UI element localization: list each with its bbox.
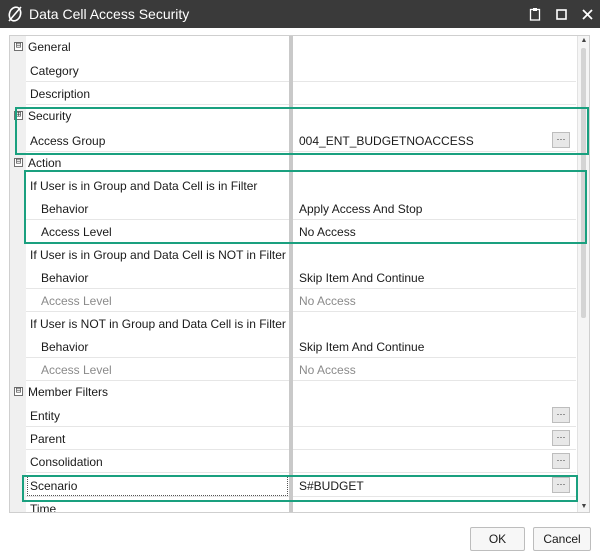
property-value: [293, 312, 576, 335]
property-name: Entity: [26, 404, 289, 427]
restore-icon[interactable]: [554, 7, 568, 21]
property-name: Access Level: [26, 289, 289, 312]
property-value: No Access: [293, 289, 576, 312]
property-row-behavior-3[interactable]: Behavior Skip Item And Continue: [10, 335, 576, 358]
scroll-down-icon[interactable]: ▼: [578, 502, 589, 512]
property-name: Category: [26, 59, 289, 82]
property-name: Behavior: [26, 335, 289, 358]
property-group-3[interactable]: If User is NOT in Group and Data Cell is…: [10, 312, 576, 335]
highlight-box-scenario: [22, 475, 578, 502]
property-name: Access Level: [26, 358, 289, 381]
property-group-2[interactable]: If User is in Group and Data Cell is NOT…: [10, 243, 576, 266]
property-grid: ⊟ General Category Description ⊞ Securit…: [9, 35, 590, 513]
property-name: Consolidation: [26, 450, 289, 473]
ellipsis-button[interactable]: ···: [552, 453, 570, 469]
title-bar: Data Cell Access Security: [0, 0, 600, 28]
property-row-access-level-2[interactable]: Access Level No Access: [10, 289, 576, 312]
ok-button[interactable]: OK: [470, 527, 525, 551]
app-logo-icon: [4, 3, 26, 25]
category-general: ⊟ General: [10, 36, 576, 59]
property-value: [293, 243, 576, 266]
ellipsis-button[interactable]: ···: [552, 430, 570, 446]
cancel-button[interactable]: Cancel: [533, 527, 591, 551]
property-name: Behavior: [26, 266, 289, 289]
category-label: General: [28, 40, 71, 54]
property-group-label: If User is in Group and Data Cell is NOT…: [30, 248, 286, 262]
property-name: Parent: [26, 427, 289, 450]
property-row-access-level-3[interactable]: Access Level No Access: [10, 358, 576, 381]
close-icon[interactable]: [580, 7, 594, 21]
property-value[interactable]: [293, 450, 576, 473]
property-row-parent[interactable]: Parent ···: [10, 427, 576, 450]
property-value[interactable]: [293, 427, 576, 450]
category-member-filters: ⊟ Member Filters: [10, 381, 576, 404]
ellipsis-button[interactable]: ···: [552, 407, 570, 423]
property-row-entity[interactable]: Entity ···: [10, 404, 576, 427]
scroll-up-icon[interactable]: ▲: [578, 36, 589, 46]
property-row-description[interactable]: Description: [10, 82, 576, 105]
property-value[interactable]: [293, 59, 576, 82]
property-row-behavior-2[interactable]: Behavior Skip Item And Continue: [10, 266, 576, 289]
highlight-box-group1: [24, 170, 587, 244]
highlight-box-security: [15, 107, 589, 155]
property-value[interactable]: [293, 82, 576, 105]
collapse-toggle-icon[interactable]: ⊟: [14, 158, 23, 167]
property-value: No Access: [293, 358, 576, 381]
property-row-category[interactable]: Category: [10, 59, 576, 82]
clipboard-icon[interactable]: [528, 7, 542, 21]
property-value[interactable]: Skip Item And Continue: [293, 335, 576, 358]
property-name: Description: [26, 82, 289, 105]
property-row-consolidation[interactable]: Consolidation ···: [10, 450, 576, 473]
collapse-toggle-icon[interactable]: ⊟: [14, 387, 23, 396]
property-value[interactable]: Skip Item And Continue: [293, 266, 576, 289]
property-value[interactable]: [293, 404, 576, 427]
category-label: Action: [28, 156, 62, 170]
collapse-toggle-icon[interactable]: ⊟: [14, 42, 23, 51]
property-group-label: If User is NOT in Group and Data Cell is…: [30, 317, 286, 331]
category-label: Member Filters: [28, 385, 109, 399]
window-title: Data Cell Access Security: [29, 6, 190, 22]
